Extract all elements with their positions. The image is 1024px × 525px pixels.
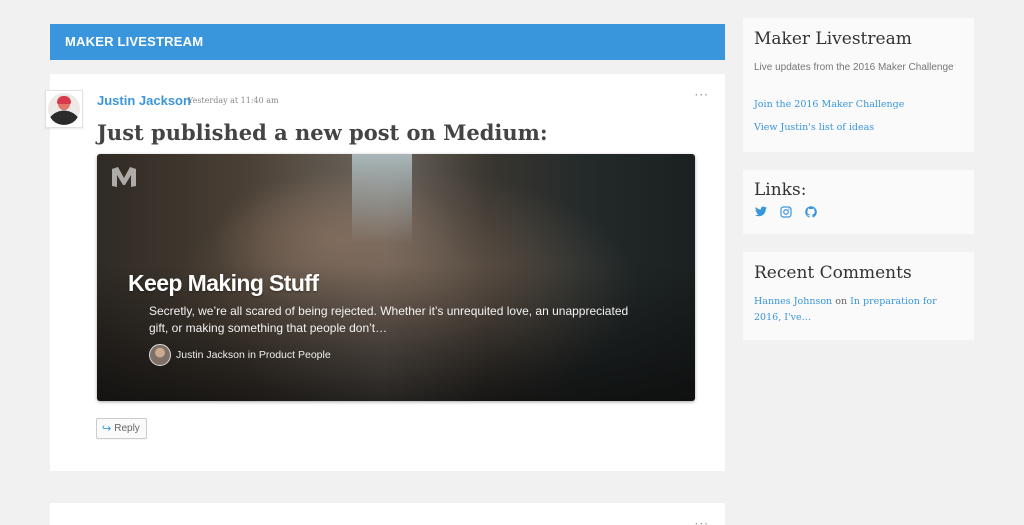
ideas-list-link[interactable]: View Justin's list of ideas — [754, 122, 874, 133]
livestream-widget: Maker Livestream Live updates from the 2… — [743, 18, 974, 152]
comment-on-text: on — [835, 296, 848, 307]
card-description: Secretly, we’re all scared of being reje… — [149, 304, 629, 335]
livestream-banner: MAKER LIVESTREAM — [50, 24, 725, 60]
avatar-image — [48, 93, 80, 125]
twitter-icon[interactable] — [754, 206, 767, 221]
card-author-text: Justin Jackson in Product People — [176, 349, 331, 361]
card-title: Keep Making Stuff — [128, 270, 319, 296]
banner-title: MAKER LIVESTREAM — [65, 34, 204, 49]
more-options-icon-2[interactable]: ··· — [695, 517, 709, 525]
post-headline: Just published a new post on Medium: — [97, 120, 548, 145]
github-icon[interactable] — [804, 206, 817, 221]
join-challenge-link[interactable]: Join the 2016 Maker Challenge — [754, 99, 904, 110]
medium-logo-icon — [112, 167, 136, 187]
post-timestamp[interactable]: Yesterday at 11:40 am — [188, 96, 279, 105]
card-image-sky — [352, 154, 412, 244]
reply-button[interactable]: ↪ Reply — [96, 418, 147, 439]
livestream-widget-description: Live updates from the 2016 Maker Challen… — [754, 62, 954, 73]
author-avatar[interactable] — [45, 90, 83, 128]
card-author: Justin Jackson in Product People — [149, 344, 331, 366]
post-card-2: ··· — [50, 503, 725, 525]
recent-comments-title: Recent Comments — [754, 263, 912, 283]
post-card: Justin Jackson Yesterday at 11:40 am ···… — [45, 74, 725, 471]
medium-embed-card[interactable]: Keep Making Stuff Secretly, we’re all sc… — [97, 154, 695, 401]
recent-comments-widget: Recent Comments Hannes Johnson on In pre… — [743, 252, 974, 340]
reply-label: Reply — [114, 423, 140, 434]
social-icons — [754, 206, 817, 221]
livestream-widget-title: Maker Livestream — [754, 29, 912, 49]
more-options-icon[interactable]: ··· — [695, 88, 709, 102]
recent-comment-item: Hannes Johnson on In preparation for 201… — [754, 294, 959, 326]
links-widget-title: Links: — [754, 180, 807, 200]
card-author-avatar — [149, 344, 171, 366]
reply-arrow-icon: ↪ — [102, 422, 112, 435]
post-author-link[interactable]: Justin Jackson — [97, 93, 191, 108]
main-column: MAKER LIVESTREAM — [50, 24, 725, 60]
links-widget: Links: — [743, 170, 974, 234]
instagram-icon[interactable] — [779, 206, 792, 221]
comment-author-link[interactable]: Hannes Johnson — [754, 296, 832, 307]
